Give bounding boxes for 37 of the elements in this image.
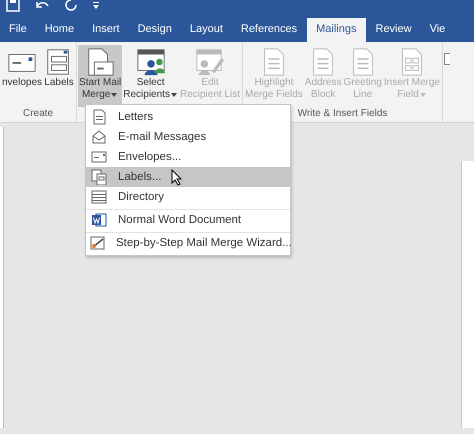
people-list-icon: [136, 47, 166, 77]
menu-item[interactable]: Labels...: [86, 167, 290, 187]
dropdown-caret-icon: [111, 92, 118, 98]
menu-item[interactable]: Envelopes...: [86, 147, 290, 167]
group-label: Write & Insert Fields: [296, 108, 388, 121]
ribbon-tab[interactable]: Home: [36, 18, 84, 42]
menu-item[interactable]: Directory: [86, 187, 290, 207]
menu-item[interactable]: Step-by-Step Mail Merge Wizard...: [86, 232, 290, 253]
menu-item[interactable]: Normal Word Document: [86, 209, 290, 230]
wand-icon: [90, 235, 106, 251]
ribbon-button[interactable]: Start Mail Merge: [78, 45, 122, 107]
mouse-pointer-icon: [171, 168, 182, 186]
ribbon-button[interactable]: Labels: [43, 45, 76, 107]
save-icon[interactable]: [6, 0, 20, 12]
ribbon-tab[interactable]: Vie: [420, 18, 454, 42]
open-envelope-icon: [91, 129, 107, 145]
ribbon-tab[interactable]: Layout: [180, 18, 232, 42]
list-pencil-icon: [194, 47, 225, 77]
ribbon-tab[interactable]: References: [232, 18, 306, 42]
document-icon: [91, 109, 107, 125]
ribbon-button[interactable]: Select Recipients: [122, 45, 179, 107]
envelope-icon: [91, 149, 107, 165]
ribbon-tab[interactable]: Review: [366, 18, 421, 42]
redo-icon[interactable]: [64, 0, 78, 12]
ribbon-button[interactable]: nvelopes: [1, 45, 44, 107]
ribbon-tab[interactable]: Insert: [83, 18, 129, 42]
labels-icon: [91, 169, 107, 185]
menu-item[interactable]: Letters: [86, 107, 290, 127]
menu-item[interactable]: E-mail Messages: [86, 127, 290, 147]
list-icon: [91, 189, 107, 205]
ribbon-tab[interactable]: File: [0, 18, 36, 42]
ribbon-tab[interactable]: Mailings: [307, 18, 366, 42]
dropdown-caret-icon: [420, 92, 427, 98]
dropdown-caret-icon: [170, 92, 178, 98]
ribbon-tab[interactable]: Design: [128, 18, 181, 42]
word-icon: [91, 212, 107, 228]
group-label: Create: [22, 108, 54, 121]
